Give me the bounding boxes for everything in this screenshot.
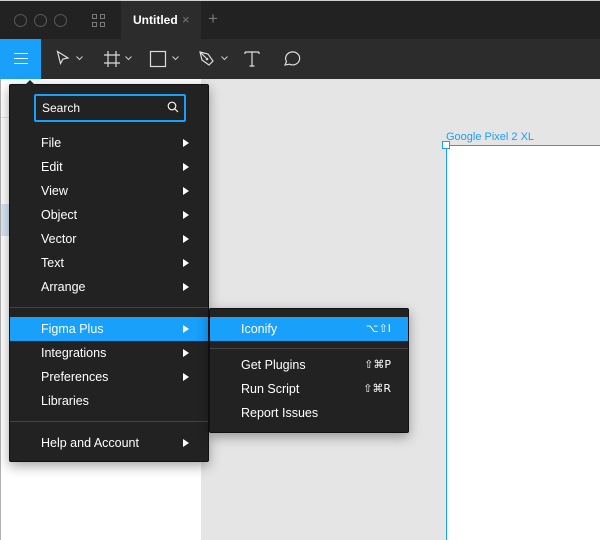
menu-item-label: Object — [41, 208, 78, 222]
submenu-arrow-icon — [183, 139, 189, 147]
frame-resize-handle[interactable] — [442, 141, 450, 149]
menu-item-label: Arrange — [41, 280, 86, 294]
menu-item-label: File — [41, 136, 62, 150]
menu-search-input[interactable] — [42, 100, 162, 116]
menu-item-object[interactable]: Object — [10, 203, 208, 227]
shortcut-label: ⇧⌘P — [364, 358, 391, 371]
canvas-frame[interactable] — [446, 145, 600, 540]
pen-nib-icon — [199, 51, 214, 66]
submenu-item-label: Run Script — [241, 382, 300, 396]
menu-item-edit[interactable]: Edit — [10, 155, 208, 179]
menu-caret — [25, 80, 35, 85]
search-icon — [167, 101, 179, 113]
menu-item-preferences[interactable]: Preferences — [10, 365, 208, 389]
submenu-item-get-plugins[interactable]: Get Plugins ⇧⌘P — [210, 353, 408, 377]
submenu-arrow-icon — [183, 349, 189, 357]
submenu-arrow-icon — [183, 373, 189, 381]
submenu-arrow-icon — [183, 439, 189, 447]
main-menu: File Edit View Object Vector Text Arrang… — [9, 80, 209, 462]
menu-search-box[interactable] — [34, 94, 186, 122]
menu-item-label: Help and Account — [41, 436, 139, 450]
minimize-window-button[interactable] — [34, 14, 47, 27]
chevron-down-icon — [172, 56, 179, 61]
menu-item-file[interactable]: File — [10, 131, 208, 155]
submenu-arrow-icon — [183, 325, 189, 333]
maximize-window-button[interactable] — [54, 14, 67, 27]
menu-divider — [10, 307, 208, 308]
menu-item-label: Preferences — [41, 370, 109, 384]
submenu-item-run-script[interactable]: Run Script ⇧⌘R — [210, 377, 408, 401]
frame-tool-button[interactable] — [101, 39, 137, 79]
submenu-arrow-icon — [183, 187, 189, 195]
rectangle-icon — [149, 50, 167, 68]
menu-item-label: Integrations — [41, 346, 107, 360]
menu-item-label: Text — [41, 256, 64, 270]
pen-tool-button[interactable] — [197, 39, 233, 79]
submenu-item-report-issues[interactable]: Report Issues — [210, 401, 408, 425]
cursor-arrow-icon — [56, 50, 70, 66]
menu-item-text[interactable]: Text — [10, 251, 208, 275]
submenu-arrow-icon — [183, 235, 189, 243]
comment-tool-button[interactable] — [281, 39, 303, 79]
menu-item-figma-plus[interactable]: Figma Plus — [10, 317, 208, 341]
menu-divider — [10, 421, 208, 422]
text-T-icon — [244, 51, 260, 67]
hamburger-icon-line — [14, 58, 28, 59]
submenu-item-label: Get Plugins — [241, 358, 306, 372]
close-window-button[interactable] — [14, 14, 27, 27]
move-tool-button[interactable] — [52, 39, 88, 79]
frame-label[interactable]: Google Pixel 2 XL — [446, 131, 534, 143]
menu-item-vector[interactable]: Vector — [10, 227, 208, 251]
menu-item-view[interactable]: View — [10, 179, 208, 203]
menu-item-libraries[interactable]: Libraries — [10, 389, 208, 413]
title-bar: Untitled × + — [0, 0, 600, 40]
add-tab-button[interactable]: + — [208, 9, 218, 29]
tab-label: Untitled — [133, 13, 178, 27]
menu-item-integrations[interactable]: Integrations — [10, 341, 208, 365]
menu-item-label: Edit — [41, 160, 63, 174]
close-tab-icon[interactable]: × — [182, 12, 190, 27]
chevron-down-icon — [125, 56, 132, 61]
submenu-item-iconify[interactable]: Iconify ⌥⇧I — [210, 317, 408, 341]
shortcut-label: ⌥⇧I — [365, 322, 391, 335]
submenu-item-label: Report Issues — [241, 406, 319, 420]
menu-item-label: Figma Plus — [41, 322, 104, 336]
menu-item-help-and-account[interactable]: Help and Account — [10, 431, 208, 455]
main-menu-button[interactable] — [0, 39, 41, 79]
submenu-arrow-icon — [183, 283, 189, 291]
menu-item-label: View — [41, 184, 68, 198]
menu-item-label: Vector — [41, 232, 77, 246]
submenu-item-label: Iconify — [241, 322, 278, 336]
hamburger-icon — [14, 53, 28, 54]
figma-plus-submenu: Iconify ⌥⇧I Get Plugins ⇧⌘P Run Script ⇧⌘R … — [209, 308, 409, 433]
chevron-down-icon — [76, 56, 83, 61]
menu-item-arrange[interactable]: Arrange — [10, 275, 208, 299]
submenu-arrow-icon — [183, 163, 189, 171]
grid-icon[interactable] — [92, 14, 106, 28]
tab-untitled[interactable]: Untitled × — [121, 1, 201, 40]
submenu-arrow-icon — [183, 259, 189, 267]
toolbar — [0, 39, 600, 79]
menu-divider — [210, 348, 408, 349]
speech-bubble-icon — [284, 51, 301, 66]
hamburger-icon-line — [14, 63, 28, 64]
menu-item-label: Libraries — [41, 394, 89, 408]
submenu-arrow-icon — [183, 211, 189, 219]
shape-tool-button[interactable] — [148, 39, 184, 79]
shortcut-label: ⇧⌘R — [363, 382, 391, 395]
frame-hash-icon — [104, 51, 120, 67]
chevron-down-icon — [221, 56, 228, 61]
text-tool-button[interactable] — [242, 39, 264, 79]
